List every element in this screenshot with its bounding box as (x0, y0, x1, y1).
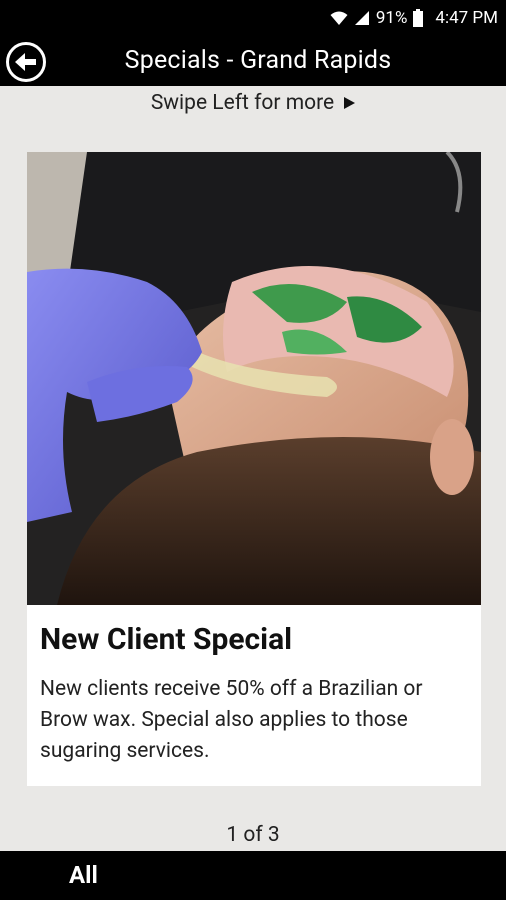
battery-icon (413, 9, 424, 27)
page-indicator: 1 of 3 (226, 823, 280, 847)
status-bar: 91% 4:47 PM (0, 0, 506, 36)
app-bar: Specials - Grand Rapids (0, 36, 506, 86)
swipe-hint-label: Swipe Left for more (150, 91, 335, 115)
special-title: New Client Special (40, 622, 293, 657)
special-photo (27, 152, 481, 605)
page-title: Specials - Grand Rapids (124, 46, 392, 75)
all-button[interactable]: All (69, 851, 98, 900)
wifi-icon (330, 10, 348, 26)
swipe-hint: Swipe Left for more (0, 88, 506, 118)
signal-icon (354, 10, 370, 26)
status-time: 4:47 PM (435, 8, 498, 28)
play-triangle-icon (344, 97, 356, 109)
battery-percent: 91% (375, 8, 408, 28)
special-description: New clients receive 50% off a Brazilian … (40, 677, 423, 763)
special-card[interactable]: New Client Special New clients receive 5… (27, 152, 481, 786)
bottom-bar: All (0, 851, 506, 900)
